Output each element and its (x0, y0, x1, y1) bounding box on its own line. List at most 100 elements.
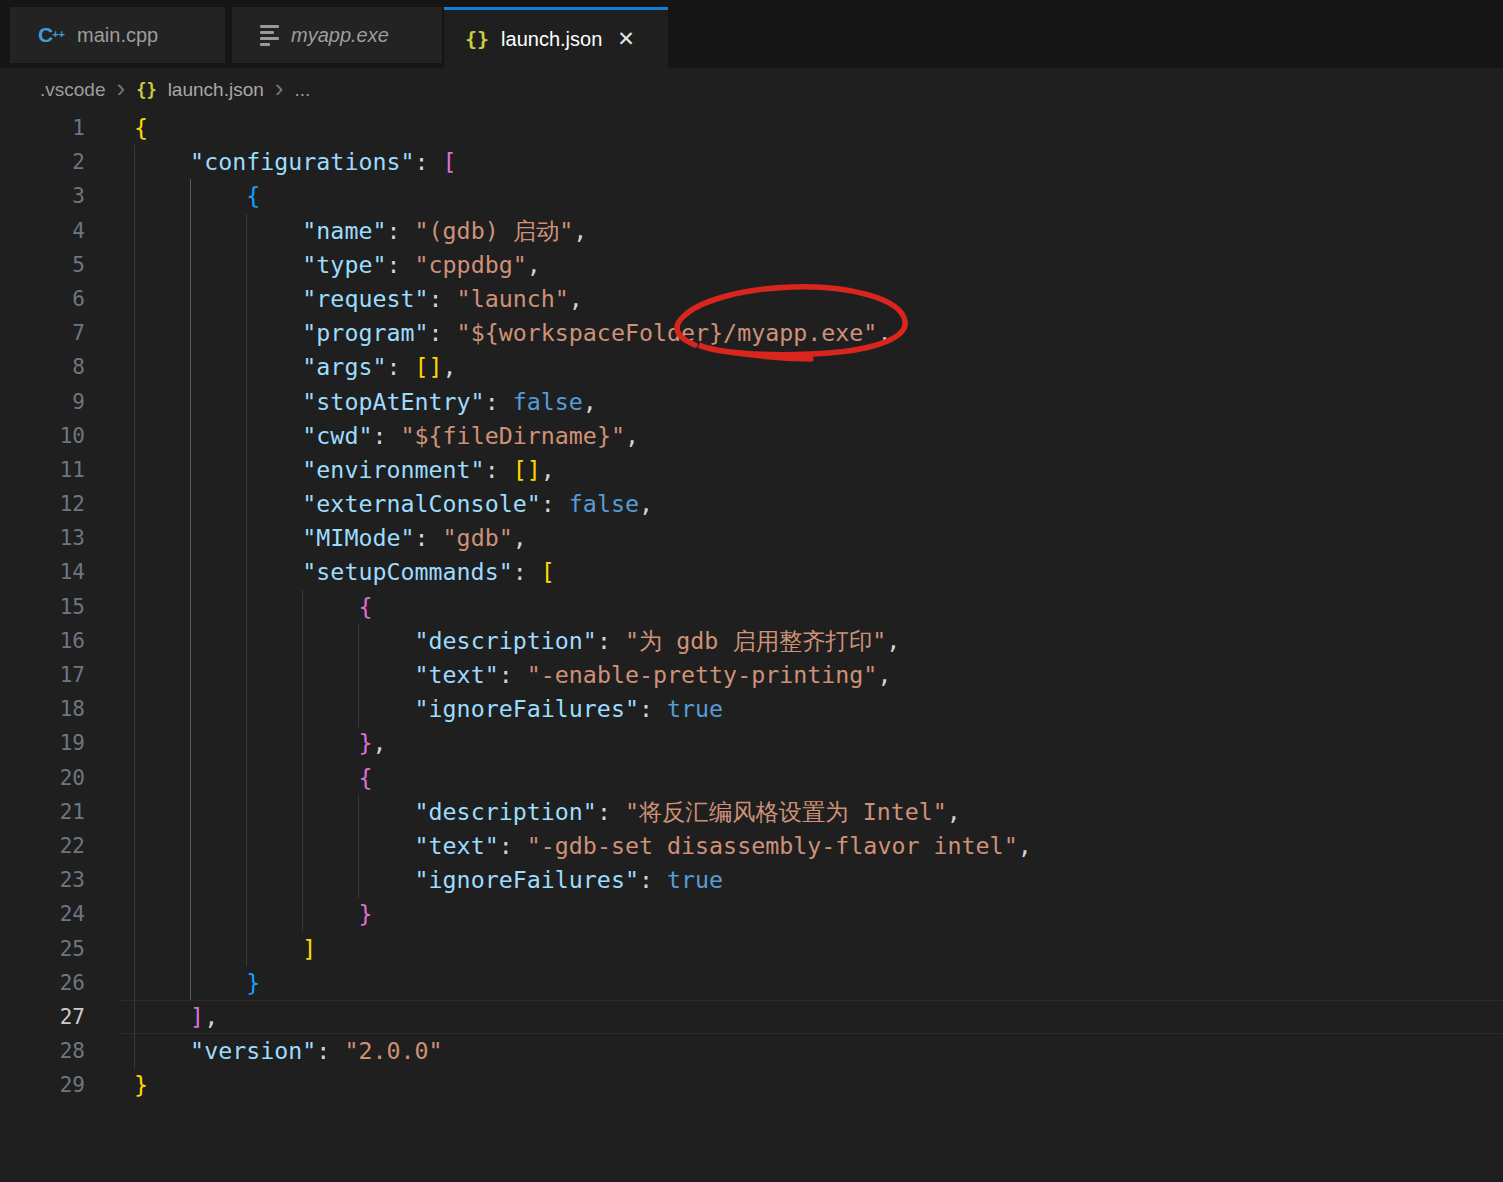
code-line[interactable]: 5 "type": "cppdbg", (0, 248, 1503, 282)
line-number[interactable]: 19 (0, 726, 85, 760)
code-line[interactable]: 26 } (0, 966, 1503, 1000)
code-line[interactable]: 17 "text": "-enable-pretty-printing", (0, 658, 1503, 692)
code-line[interactable]: 24 } (0, 897, 1503, 931)
code-editor[interactable]: 1{2 "configurations": [3 {4 "name": "(gd… (0, 111, 1503, 1102)
line-number[interactable]: 18 (0, 692, 85, 726)
code-line[interactable]: 20 { (0, 761, 1503, 795)
line-number[interactable]: 21 (0, 795, 85, 829)
code-token: , (886, 627, 900, 654)
line-number[interactable]: 16 (0, 624, 85, 658)
line-number[interactable]: 9 (0, 385, 85, 419)
line-number[interactable]: 15 (0, 590, 85, 624)
code-token: , (583, 388, 597, 415)
code-line[interactable]: 6 "request": "launch", (0, 282, 1503, 316)
line-number[interactable]: 29 (0, 1068, 85, 1102)
breadcrumb-file[interactable]: launch.json (168, 79, 264, 101)
line-number[interactable]: 13 (0, 521, 85, 555)
code-token: : (639, 866, 667, 893)
tab-launch-json[interactable]: {} launch.json ✕ (444, 7, 668, 68)
code-line[interactable]: 9 "stopAtEntry": false, (0, 385, 1503, 419)
code-line[interactable]: 29} (0, 1068, 1503, 1102)
code-line[interactable]: 14 "setupCommands": [ (0, 555, 1503, 589)
line-number[interactable]: 26 (0, 966, 85, 1000)
code-token: : (386, 217, 414, 244)
code-text: } (134, 1068, 148, 1102)
code-token: , (541, 456, 555, 483)
code-token: "program" (302, 319, 428, 346)
code-line[interactable]: 11 "environment": [], (0, 453, 1503, 487)
code-token: "launch" (457, 285, 569, 312)
line-number[interactable]: 1 (0, 111, 85, 145)
code-line[interactable]: 4 "name": "(gdb) 启动", (0, 214, 1503, 248)
line-number[interactable]: 12 (0, 487, 85, 521)
line-number[interactable]: 10 (0, 419, 85, 453)
tab-main-cpp[interactable]: C++ main.cpp (10, 7, 225, 63)
line-number[interactable]: 17 (0, 658, 85, 692)
code-token: { (358, 593, 372, 620)
line-number[interactable]: 6 (0, 282, 85, 316)
code-line[interactable]: 21 "description": "将反汇编风格设置为 Intel", (0, 795, 1503, 829)
line-number[interactable]: 11 (0, 453, 85, 487)
line-number[interactable]: 27 (0, 1000, 85, 1034)
breadcrumb-symbol-path[interactable]: ... (294, 79, 310, 101)
code-line[interactable]: 10 "cwd": "${fileDirname}", (0, 419, 1503, 453)
line-number[interactable]: 20 (0, 761, 85, 795)
code-token (134, 251, 302, 278)
code-token (134, 148, 190, 175)
indent-guide (246, 214, 247, 966)
breadcrumb-folder[interactable]: .vscode (40, 79, 105, 101)
code-token: , (947, 798, 961, 825)
code-text: "text": "-gdb-set disassembly-flavor int… (134, 829, 1032, 863)
code-token: : (639, 695, 667, 722)
code-text: "cwd": "${fileDirname}", (134, 419, 639, 453)
code-token: [ (541, 558, 555, 585)
code-line[interactable]: 1{ (0, 111, 1503, 145)
code-line[interactable]: 23 "ignoreFailures": true (0, 863, 1503, 897)
line-number[interactable]: 24 (0, 897, 85, 931)
code-line[interactable]: 7 "program": "${workspaceFolder}/myapp.e… (0, 316, 1503, 350)
code-line[interactable]: 3 { (0, 179, 1503, 213)
code-line[interactable]: 16 "description": "为 gdb 启用整齐打印", (0, 624, 1503, 658)
code-line[interactable]: 18 "ignoreFailures": true (0, 692, 1503, 726)
code-text: "environment": [], (134, 453, 555, 487)
code-line[interactable]: 15 { (0, 590, 1503, 624)
code-token: "${fileDirname}" (401, 422, 625, 449)
code-token: : (316, 1037, 344, 1064)
code-token (134, 866, 415, 893)
code-token: , (625, 422, 639, 449)
tab-bar: C++ main.cpp myapp.exe {} launch.json ✕ (0, 0, 1503, 68)
code-line[interactable]: 12 "externalConsole": false, (0, 487, 1503, 521)
line-number[interactable]: 25 (0, 932, 85, 966)
code-token: : (415, 148, 443, 175)
code-token (134, 832, 415, 859)
code-token: , (877, 319, 891, 346)
line-number[interactable]: 7 (0, 316, 85, 350)
line-number[interactable]: 14 (0, 555, 85, 589)
code-token: : (597, 627, 625, 654)
code-token: } (358, 900, 372, 927)
code-line[interactable]: 22 "text": "-gdb-set disassembly-flavor … (0, 829, 1503, 863)
line-number[interactable]: 3 (0, 179, 85, 213)
code-text: "externalConsole": false, (134, 487, 653, 521)
code-token: { (246, 182, 260, 209)
code-line[interactable]: 8 "args": [], (0, 350, 1503, 384)
code-token (134, 798, 415, 825)
line-number[interactable]: 5 (0, 248, 85, 282)
code-line[interactable]: 2 "configurations": [ (0, 145, 1503, 179)
code-text: "args": [], (134, 350, 457, 384)
line-number[interactable]: 8 (0, 350, 85, 384)
code-lines: 1{2 "configurations": [3 {4 "name": "(gd… (0, 111, 1503, 1102)
line-number[interactable]: 2 (0, 145, 85, 179)
code-line[interactable]: 25 ] (0, 932, 1503, 966)
line-number[interactable]: 22 (0, 829, 85, 863)
close-icon[interactable]: ✕ (617, 27, 635, 51)
line-number[interactable]: 28 (0, 1034, 85, 1068)
code-line[interactable]: 19 }, (0, 726, 1503, 760)
code-token: : (429, 319, 457, 346)
code-line[interactable]: 13 "MIMode": "gdb", (0, 521, 1503, 555)
code-token: "将反汇编风格设置为 Intel" (625, 798, 947, 825)
tab-myapp-exe[interactable]: myapp.exe (232, 7, 442, 63)
line-number[interactable]: 4 (0, 214, 85, 248)
line-number[interactable]: 23 (0, 863, 85, 897)
code-line[interactable]: 28 "version": "2.0.0" (0, 1034, 1503, 1068)
